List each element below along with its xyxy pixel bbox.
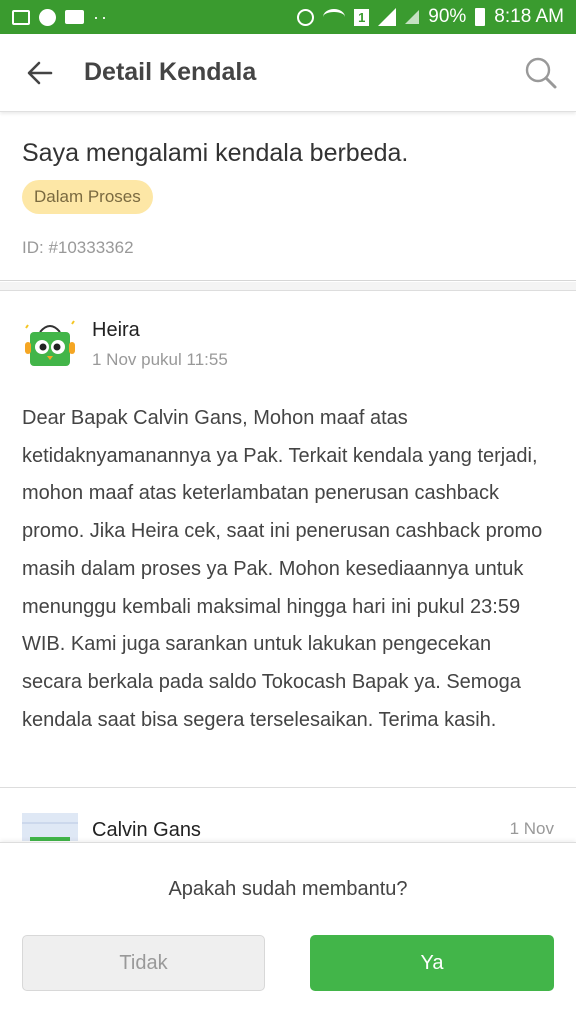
status-badge: Dalam Proses <box>22 180 153 214</box>
back-arrow-icon <box>27 61 53 84</box>
message-time: 1 Nov <box>509 819 554 838</box>
mail-icon <box>65 10 84 24</box>
wifi-icon <box>323 9 346 25</box>
signal-icon <box>405 10 420 24</box>
avatar <box>25 320 75 366</box>
app-bar: Detail Kendala <box>0 34 576 112</box>
telegram-icon <box>39 8 56 26</box>
back-button[interactable] <box>0 34 80 112</box>
battery-icon <box>475 8 486 26</box>
sender-name: Calvin Gans <box>92 819 201 841</box>
ticket-summary: Saya mengalami kendala berbeda. Dalam Pr… <box>0 113 576 281</box>
more-dots-icon: ·· <box>93 6 109 27</box>
feedback-panel: Apakah sudah membantu? Tidak Ya <box>0 842 576 1024</box>
yes-button[interactable]: Ya <box>310 935 554 991</box>
clock: 8:18 AM <box>494 6 564 27</box>
signal-icon <box>378 8 397 26</box>
section-divider <box>0 282 576 291</box>
battery-percent: 90% <box>428 6 467 27</box>
message-body: Dear Bapak Calvin Gans, Mohon maaf atas … <box>22 407 543 731</box>
avatar <box>22 813 78 841</box>
message-card: Calvin Gans 1 Nov <box>0 789 576 841</box>
page-title: Detail Kendala <box>84 58 257 86</box>
sim-badge: 1 <box>354 8 370 26</box>
no-button[interactable]: Tidak <box>22 935 265 991</box>
status-bar: ·· 1 90% 8:18 AM <box>0 0 576 34</box>
message-card: Heira 1 Nov pukul 11:55 Dear Bapak Calvi… <box>0 292 576 788</box>
ticket-id: ID: #10333362 <box>22 238 134 257</box>
search-icon <box>525 57 557 88</box>
feedback-question: Apakah sudah membantu? <box>168 878 408 900</box>
alarm-icon <box>297 8 315 26</box>
sender-name: Heira <box>92 319 140 341</box>
ticket-title: Saya mengalami kendala berbeda. <box>22 139 409 167</box>
search-button[interactable] <box>506 34 576 112</box>
image-icon <box>12 9 30 25</box>
message-time: 1 Nov pukul 11:55 <box>92 350 228 369</box>
